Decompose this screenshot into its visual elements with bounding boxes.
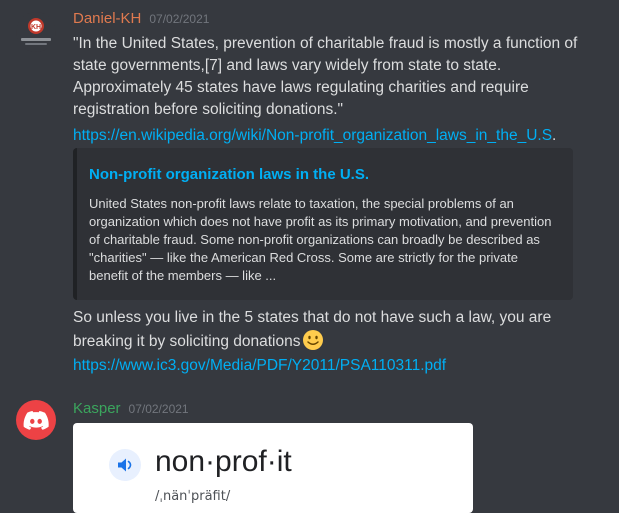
- message-text: "In the United States, prevention of cha…: [73, 35, 578, 118]
- avatar-daniel-kh[interactable]: KH: [16, 12, 56, 52]
- dictionary-image-embed[interactable]: non·prof·it /ˌnänˈpräfit/: [73, 423, 473, 513]
- message-header: Daniel-KH 07/02/2021: [73, 10, 209, 30]
- speaker-icon[interactable]: [109, 449, 141, 481]
- slightly-smiling-face-icon: [303, 330, 324, 350]
- discord-logo-icon: [23, 411, 49, 430]
- ic3-link-line: https://www.ic3.gov/Media/PDF/Y2011/PSA1…: [73, 355, 446, 377]
- author-name[interactable]: Daniel-KH: [73, 10, 141, 27]
- message-timestamp: 07/02/2021: [149, 12, 210, 26]
- wikipedia-link[interactable]: https://en.wikipedia.org/wiki/Non-profit…: [73, 127, 552, 144]
- message-header: Kasper 07/02/2021: [73, 400, 189, 420]
- dictionary-pronunciation: /ˌnänˈpräfit/: [155, 489, 231, 504]
- link-embed: Non-profit organization laws in the U.S.…: [73, 148, 573, 300]
- wikipedia-link-line: https://en.wikipedia.org/wiki/Non-profit…: [73, 125, 556, 147]
- embed-description: United States non-profit laws relate to …: [89, 196, 552, 283]
- ic3-link[interactable]: https://www.ic3.gov/Media/PDF/Y2011/PSA1…: [73, 357, 446, 374]
- author-name[interactable]: Kasper: [73, 400, 121, 417]
- svg-text:KH: KH: [31, 24, 41, 31]
- embed-title[interactable]: Non-profit organization laws in the U.S.: [89, 166, 369, 183]
- link-trailing-punctuation: .: [552, 127, 557, 144]
- avatar-kasper[interactable]: [16, 400, 56, 440]
- message-timestamp: 07/02/2021: [128, 402, 189, 416]
- message-daniel-kh: KH Daniel-KH 07/02/2021 "In the United S…: [0, 0, 619, 400]
- message-text-followup: So unless you live in the 5 states that …: [73, 307, 593, 353]
- daniel-kh-avatar-icon: KH: [21, 18, 51, 45]
- dictionary-word: non·prof·it: [155, 445, 292, 478]
